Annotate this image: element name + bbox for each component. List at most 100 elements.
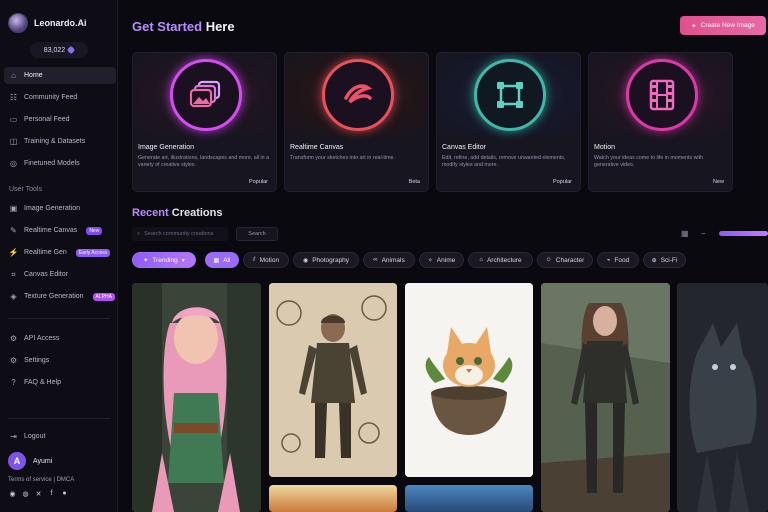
gallery-image[interactable]	[269, 485, 397, 512]
sidebar-item-canvas-editor[interactable]: ⌗ Canvas Editor	[4, 266, 116, 283]
dmca-link[interactable]: DMCA	[57, 477, 75, 483]
search-input[interactable]: ⌕ Search community creations	[132, 227, 228, 241]
card-art	[285, 53, 428, 136]
api-icon: ⚙	[9, 333, 18, 343]
apple-icon[interactable]: ●	[60, 489, 69, 498]
card-realtime-canvas[interactable]: Realtime Canvas Transform your sketches …	[284, 52, 429, 192]
x-icon[interactable]: ✕	[34, 489, 43, 498]
brand[interactable]: Leonardo.Ai	[8, 12, 87, 34]
food-icon: ◒	[606, 257, 611, 263]
discord-icon[interactable]: ◉	[8, 489, 17, 498]
page-title-rest: Here	[202, 19, 235, 34]
models-icon: ◎	[10, 158, 17, 168]
card-tag: Popular	[249, 179, 268, 185]
card-motion[interactable]: Motion Watch your ideas come to life in …	[588, 52, 733, 192]
user-profile[interactable]: A Ayumi	[8, 452, 52, 470]
gallery-image[interactable]	[132, 283, 261, 512]
filter-photography[interactable]: ◉ Photography	[293, 252, 359, 268]
sidebar-item-texture-generation[interactable]: ◈ Texture Generation ALPHA	[4, 288, 116, 305]
footer-links: Terms of service | DMCA	[8, 477, 74, 483]
sparkle-icon: ✧	[427, 257, 433, 264]
social-links: ◉ ◍ ✕ f ●	[8, 489, 69, 498]
sidebar-divider	[8, 418, 110, 419]
recent-creations-title: Recent Creations	[132, 207, 222, 219]
sidebar-item-finetuned-models[interactable]: ◎ Finetuned Models	[4, 155, 116, 172]
character-icon: ☺	[545, 257, 552, 263]
card-art	[437, 53, 580, 136]
card-description: Generate art, illustrations, landscapes …	[138, 155, 270, 168]
card-art	[589, 53, 732, 136]
sidebar-item-api-access[interactable]: ⚙ API Access	[4, 330, 116, 347]
sidebar-item-personal-feed[interactable]: ▭ Personal Feed	[4, 111, 116, 128]
sidebar-item-label: Personal Feed	[24, 116, 70, 123]
sidebar-item-home[interactable]: ⌂ Home	[4, 67, 116, 84]
gallery-image[interactable]	[541, 283, 670, 512]
logout-label: Logout	[24, 433, 46, 440]
create-new-image-button[interactable]: ✦ Create New Image	[680, 16, 766, 35]
filter-label: Trending	[152, 256, 178, 264]
chevron-down-icon: ▾	[181, 257, 185, 264]
gallery-image[interactable]	[677, 283, 768, 512]
search-placeholder: Search community creations	[144, 231, 214, 237]
sidebar-item-label: FAQ & Help	[24, 379, 61, 386]
filter-sci-fi[interactable]: ⊕ Sci-Fi	[643, 252, 686, 268]
card-title: Image Generation	[138, 144, 195, 151]
sidebar-item-label: Image Generation	[24, 205, 81, 212]
filter-trending[interactable]: ✦ Trending ▾	[132, 252, 196, 268]
sidebar-item-settings[interactable]: ⚙ Settings	[4, 352, 116, 369]
sidebar-item-faq[interactable]: ? FAQ & Help	[4, 374, 116, 391]
canvas-icon: ✎	[10, 225, 17, 235]
search-button[interactable]: Search	[236, 227, 278, 241]
filter-anime[interactable]: ✧ Anime	[419, 252, 464, 268]
sparkle-icon: ✦	[691, 22, 697, 30]
filter-label: Photography	[312, 256, 350, 264]
logout-button[interactable]: ⇥ Logout	[4, 428, 116, 445]
grid-view-icon[interactable]: ▦	[681, 229, 689, 238]
sidebar-item-label: Home	[24, 72, 43, 79]
canvas-square-icon	[474, 59, 546, 131]
filter-motion[interactable]: ⫽ Motion	[243, 252, 289, 268]
zoom-slider[interactable]	[719, 231, 768, 236]
sidebar-item-realtime-gen[interactable]: ⚡ Realtime Gen Early Access	[4, 244, 116, 261]
filter-all[interactable]: ▦ All	[205, 252, 239, 268]
filter-food[interactable]: ◒ Food	[597, 252, 639, 268]
card-title: Realtime Canvas	[290, 144, 344, 151]
card-description: Edit, refine, add details, remove unwant…	[442, 155, 566, 168]
filter-label: Motion	[259, 256, 280, 264]
card-title: Canvas Editor	[442, 144, 486, 151]
sidebar-item-label: API Access	[24, 335, 60, 342]
user-name: Ayumi	[33, 457, 53, 465]
filter-architecture[interactable]: ⌂ Architecture	[468, 252, 533, 268]
sidebar-item-realtime-canvas[interactable]: ✎ Realtime Canvas New	[4, 222, 116, 239]
sidebar-item-community-feed[interactable]: ☷ Community Feed	[4, 89, 116, 106]
gallery-image[interactable]	[269, 283, 397, 477]
sidebar-item-image-generation[interactable]: ▣ Image Generation	[4, 200, 116, 217]
zoom-out-icon[interactable]: −	[701, 229, 706, 238]
filter-animals[interactable]: ∞ Animals	[363, 252, 415, 268]
trending-icon: ✦	[143, 257, 149, 264]
user-tools-heading: User Tools	[9, 186, 42, 193]
avatar: A	[8, 452, 26, 470]
create-label: Create New Image	[700, 22, 755, 29]
sidebar-item-training[interactable]: ◫ Training & Datasets	[4, 133, 116, 150]
alpha-badge: ALPHA	[92, 292, 115, 301]
editor-icon: ⌗	[11, 269, 16, 279]
community-icon: ☷	[9, 92, 18, 102]
filter-label: Animals	[381, 256, 405, 264]
card-image-generation[interactable]: Image Generation Generate art, illustrat…	[132, 52, 277, 192]
film-icon	[626, 59, 698, 131]
gallery-image[interactable]	[405, 283, 533, 477]
filter-character[interactable]: ☺ Character	[537, 252, 593, 268]
personal-feed-icon: ▭	[9, 114, 18, 124]
sidebar-item-label: Texture Generation	[24, 293, 84, 300]
motion-icon: ⫽	[252, 256, 256, 263]
token-balance[interactable]: 83,022	[30, 42, 88, 58]
terms-link[interactable]: Terms of service	[8, 477, 52, 483]
card-canvas-editor[interactable]: Canvas Editor Edit, refine, add details,…	[436, 52, 581, 192]
reddit-icon[interactable]: ◍	[21, 489, 30, 498]
gallery-image[interactable]	[405, 485, 533, 512]
facebook-icon[interactable]: f	[47, 489, 56, 498]
help-icon: ?	[11, 377, 16, 387]
new-badge: New	[86, 226, 103, 235]
image-icon: ▣	[9, 203, 18, 213]
